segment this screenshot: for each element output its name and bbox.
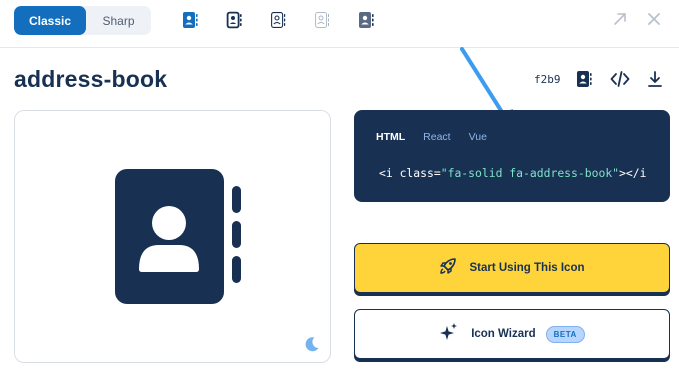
start-using-icon-button[interactable]: Start Using This Icon — [354, 243, 670, 293]
address-book-glyph-icon[interactable] — [576, 70, 594, 88]
address-book-solid-icon[interactable] — [181, 10, 199, 30]
top-bar: Classic Sharp — [0, 0, 679, 48]
address-book-regular-icon[interactable] — [225, 10, 243, 30]
unicode-value[interactable]: f2b9 — [534, 73, 561, 86]
tab-vue[interactable]: Vue — [469, 131, 487, 143]
icon-wizard-label: Icon Wizard — [471, 328, 536, 340]
address-book-light-icon[interactable] — [269, 10, 287, 30]
code-class-value: "fa-solid fa-address-book" — [440, 166, 620, 180]
code-snippet[interactable]: <i class="fa-solid fa-address-book"></i — [379, 166, 646, 180]
icon-preview-card — [14, 110, 331, 363]
address-book-duotone-icon[interactable] — [357, 10, 375, 30]
tab-classic[interactable]: Classic — [14, 6, 86, 35]
address-book-thin-icon[interactable] — [313, 10, 331, 30]
tab-react[interactable]: React — [423, 131, 450, 143]
code-tabs: HTML React Vue — [376, 131, 505, 143]
icon-wizard-button[interactable]: Icon Wizard BETA — [354, 309, 670, 359]
rocket-icon — [439, 257, 457, 280]
moon-icon[interactable] — [304, 336, 320, 352]
sparkles-icon — [439, 322, 459, 347]
address-book-icon — [115, 169, 241, 312]
page-title: address-book — [14, 66, 168, 92]
tab-sharp[interactable]: Sharp — [86, 6, 151, 35]
expand-icon[interactable] — [612, 11, 628, 27]
tab-html[interactable]: HTML — [376, 131, 405, 143]
beta-badge: BETA — [545, 325, 585, 343]
code-icon[interactable] — [610, 70, 630, 88]
code-open: <i class= — [379, 166, 441, 180]
code-close: ></i — [619, 166, 647, 180]
close-icon[interactable] — [646, 11, 662, 27]
code-snippet-panel: HTML React Vue <i class="fa-solid fa-add… — [354, 110, 670, 202]
start-using-label: Start Using This Icon — [469, 262, 585, 274]
family-switcher: Classic Sharp — [14, 6, 151, 35]
download-icon[interactable] — [647, 70, 665, 88]
